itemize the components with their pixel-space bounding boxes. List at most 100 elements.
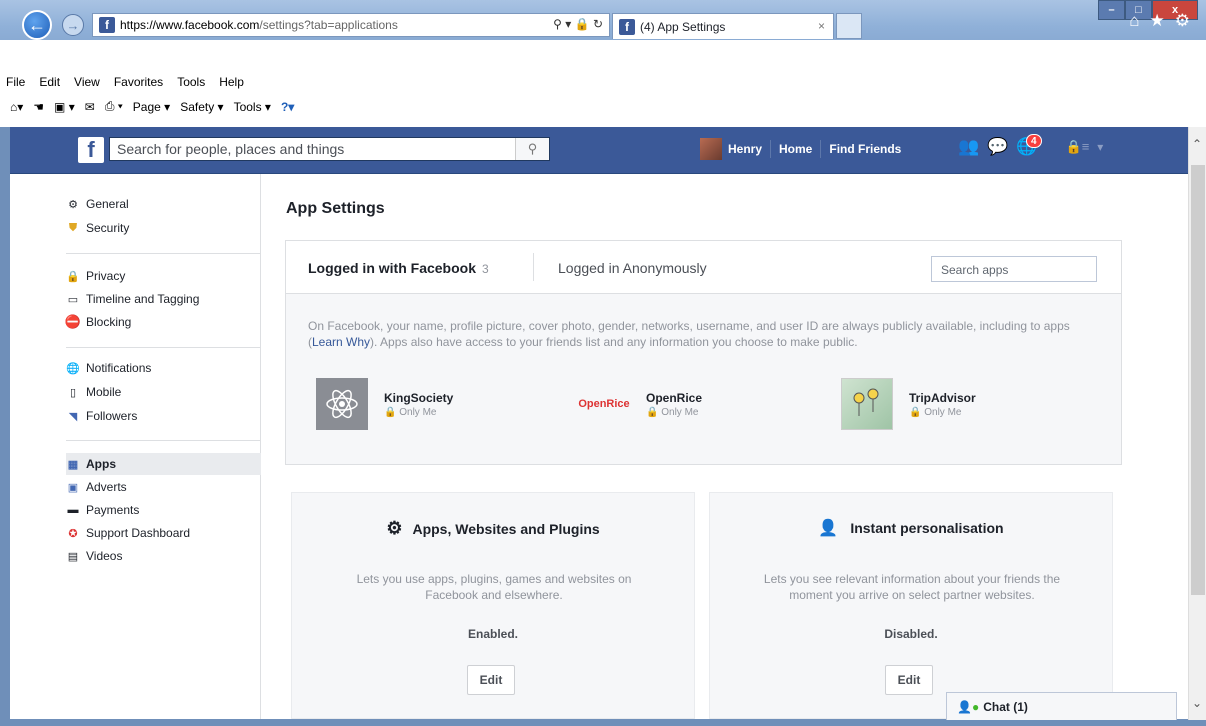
sidebar-item-general[interactable]: ⚙ General — [66, 194, 129, 214]
nav-find-friends[interactable]: Find Friends — [829, 142, 901, 156]
settings-gear-icon[interactable]: ⚙ — [1175, 11, 1190, 31]
sidebar-item-label: Videos — [86, 549, 123, 563]
scroll-up-icon[interactable]: ⌃ — [1192, 137, 1202, 151]
facebook-search-input[interactable]: Search for people, places and things ⚲ — [109, 137, 550, 161]
address-tools[interactable]: ⚲ ▾ 🔒 ↻ — [553, 17, 603, 31]
visibility-label: Only Me — [661, 406, 699, 418]
nav-user-henry[interactable]: Henry — [728, 142, 762, 156]
card-description: Lets you see relevant information about … — [763, 572, 1061, 602]
sidebar-item-notifications[interactable]: 🌐 Notifications — [66, 358, 151, 378]
kingsociety-logo-icon — [316, 378, 368, 430]
card-title: ⚙ Apps, Websites and Plugins — [292, 518, 694, 539]
sidebar-item-videos[interactable]: ▤ Videos — [66, 546, 123, 566]
sidebar-item-adverts[interactable]: ▣ Adverts — [66, 477, 127, 497]
card-instant-personalisation: 👤 Instant personalisation Lets you see re… — [709, 492, 1113, 719]
nav-divider — [770, 140, 772, 158]
sidebar-item-support-dashboard[interactable]: ✪ Support Dashboard — [66, 523, 190, 543]
url-domain: https://www.facebook.com — [120, 18, 260, 32]
mail-icon[interactable]: ✉ — [85, 100, 95, 114]
help-icon[interactable]: ?▾ — [281, 100, 294, 114]
menu-view[interactable]: View — [74, 75, 100, 89]
messages-icon[interactable]: 💬 — [987, 137, 1008, 157]
tab-close-icon[interactable]: × — [818, 19, 825, 33]
favorites-star-icon[interactable]: ★ — [1150, 11, 1165, 31]
search-apps-input[interactable]: Search apps — [931, 256, 1097, 282]
dropdown-icon[interactable]: ▾ — [565, 17, 571, 31]
tab-logged-in-anonymously[interactable]: Logged in Anonymously — [558, 260, 707, 276]
lifebuoy-icon: ✪ — [68, 527, 78, 540]
tab-logged-in-facebook[interactable]: Logged in with Facebook 3 — [308, 260, 489, 276]
sidebar-item-label: Payments — [86, 503, 140, 517]
avatar[interactable] — [700, 138, 722, 160]
back-button[interactable]: ← — [22, 10, 52, 40]
apps-box-header: Logged in with Facebook 3 Logged in Anony… — [286, 241, 1121, 294]
app-item-openrice[interactable]: OpenRice OpenRice 🔒 Only Me — [576, 378, 702, 430]
tripadvisor-map-icon — [841, 378, 893, 430]
facebook-topbar: f Search for people, places and things ⚲… — [10, 127, 1188, 174]
command-safety[interactable]: Safety ▾ — [180, 100, 223, 114]
hand-icon[interactable]: ☚ — [33, 100, 44, 114]
search-icon[interactable]: ⚲ — [515, 138, 549, 160]
card-title-text: Instant personalisation — [850, 520, 1004, 536]
globe-icon: 🌐 — [66, 362, 80, 375]
app-name: TripAdvisor — [909, 390, 976, 405]
home-icon[interactable]: ⌂ — [1129, 11, 1139, 31]
print-icon[interactable]: ⎙ ▾ — [105, 99, 123, 114]
window-bottom-border — [0, 720, 1206, 726]
home-small-icon[interactable]: ⌂▾ — [10, 100, 23, 114]
sidebar-item-label: Support Dashboard — [86, 526, 191, 540]
friend-requests-icon[interactable]: 👥 — [958, 137, 979, 157]
page-title: App Settings — [286, 200, 385, 217]
nav-home[interactable]: Home — [779, 142, 812, 156]
command-page[interactable]: Page ▾ — [133, 100, 170, 114]
sidebar-item-apps[interactable]: ▦ Apps — [66, 454, 116, 474]
learn-why-link[interactable]: Learn Why — [312, 335, 370, 349]
menu-favorites[interactable]: Favorites — [114, 75, 163, 89]
scroll-thumb[interactable] — [1191, 165, 1205, 595]
forward-button[interactable]: → — [62, 14, 84, 36]
tab-title: (4) App Settings — [640, 19, 726, 34]
sidebar-item-mobile[interactable]: ▯ Mobile — [66, 382, 121, 402]
menu-bar: File Edit View Favorites Tools Help — [6, 75, 244, 89]
browser-right-tools: ⌂ ★ ⚙ — [1129, 11, 1190, 31]
address-bar[interactable]: f https://www.facebook.com/settings?tab=… — [92, 13, 610, 37]
adverts-icon: ▣ — [67, 481, 79, 494]
feeds-icon[interactable]: ▣ ▾ — [54, 100, 75, 114]
sidebar-item-privacy[interactable]: 🔒 Privacy — [66, 266, 125, 286]
sidebar-item-blocking[interactable]: ⛔ Blocking — [64, 312, 131, 332]
browser-tab[interactable]: f (4) App Settings × — [612, 13, 834, 39]
scroll-down-icon[interactable]: ⌄ — [1192, 696, 1202, 710]
lock-icon[interactable]: 🔒 — [575, 17, 590, 31]
person-icon: 👤 — [818, 520, 839, 537]
block-icon: ⛔ — [64, 314, 82, 329]
sidebar-item-timeline[interactable]: ▭ Timeline and Tagging — [66, 289, 200, 309]
edit-apps-button[interactable]: Edit — [467, 665, 515, 695]
chat-bar[interactable]: 👤● Chat (1) — [946, 692, 1177, 720]
edit-personalisation-button[interactable]: Edit — [885, 665, 933, 695]
command-tools[interactable]: Tools ▾ — [234, 100, 271, 114]
sidebar-item-followers[interactable]: ◥ Followers — [66, 406, 138, 426]
search-icon[interactable]: ⚲ — [553, 17, 562, 31]
new-tab-button[interactable] — [836, 13, 862, 39]
account-menu-chevron-icon[interactable]: ▾ — [1097, 140, 1103, 154]
notifications-badge: 4 — [1026, 134, 1042, 148]
refresh-icon[interactable]: ↻ — [593, 17, 603, 31]
info-text-post: ). Apps also have access to your friends… — [370, 335, 858, 349]
command-bar: ⌂▾ ☚ ▣ ▾ ✉ ⎙ ▾ Page ▾ Safety ▾ Tools ▾ ?… — [10, 99, 294, 114]
film-icon: ▤ — [67, 550, 79, 563]
app-item-tripadvisor[interactable]: TripAdvisor 🔒 Only Me — [841, 378, 976, 430]
menu-help[interactable]: Help — [219, 75, 244, 89]
app-item-kingsociety[interactable]: KingSociety 🔒 Only Me — [316, 378, 453, 430]
menu-tools[interactable]: Tools — [177, 75, 205, 89]
page-scrollbar[interactable]: ⌃ ⌄ — [1188, 127, 1206, 720]
menu-edit[interactable]: Edit — [39, 75, 60, 89]
sidebar-item-security[interactable]: ⛊ Security — [66, 218, 129, 238]
sidebar-item-label: Notifications — [86, 361, 152, 375]
sidebar-item-label: Adverts — [86, 480, 127, 494]
minimize-button[interactable]: – — [1098, 0, 1125, 20]
sidebar-item-payments[interactable]: ▬ Payments — [66, 500, 140, 520]
facebook-logo-icon[interactable]: f — [78, 137, 104, 163]
privacy-shortcuts-icon[interactable]: 🔒≡ — [1066, 139, 1090, 155]
menu-file[interactable]: File — [6, 75, 25, 89]
sidebar-item-label: Followers — [86, 409, 138, 423]
